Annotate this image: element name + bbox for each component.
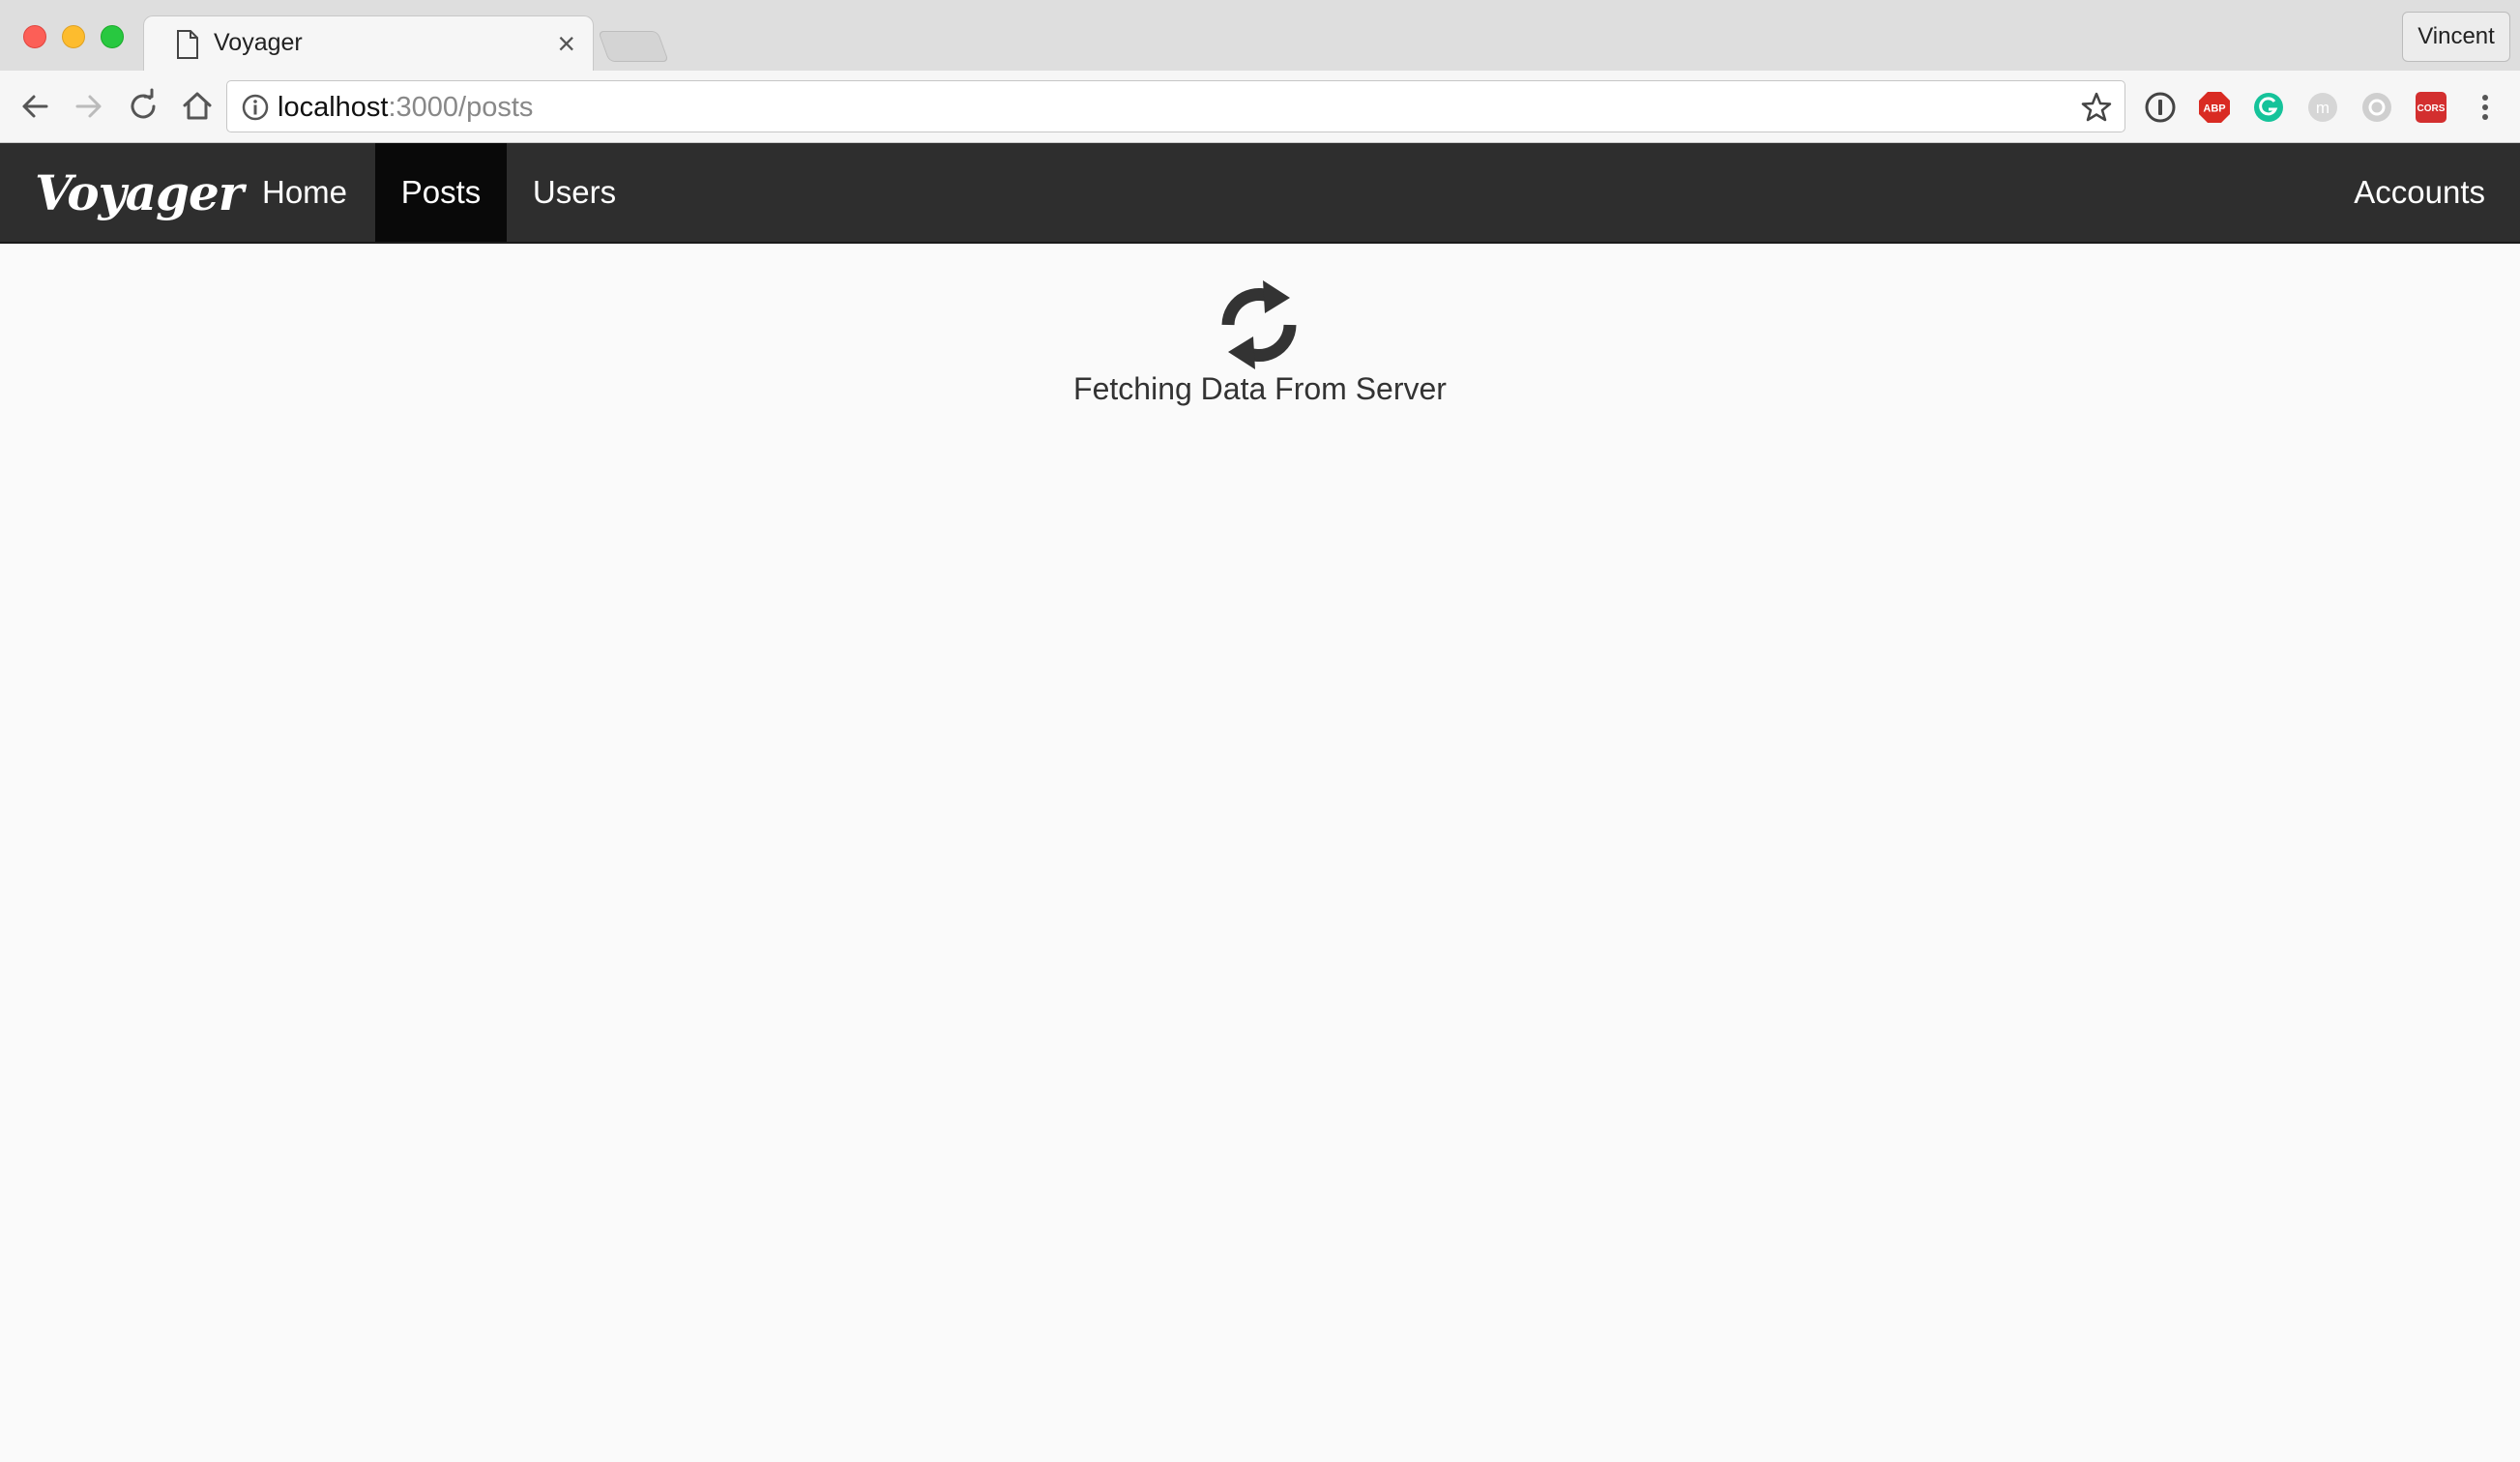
- grammarly-icon[interactable]: [2251, 90, 2286, 125]
- cors-icon[interactable]: CORS: [2414, 90, 2448, 125]
- nav-link-accounts[interactable]: Accounts: [2292, 143, 2485, 242]
- url-path: :3000/posts: [388, 92, 534, 123]
- browser-menu-icon[interactable]: [2468, 90, 2503, 125]
- document-icon: [177, 30, 198, 59]
- browser-toolbar: localhost:3000/posts ABP m CORS: [0, 71, 2520, 143]
- tab-title: Voyager: [214, 29, 303, 56]
- nav-link-home[interactable]: Home: [236, 143, 373, 242]
- adblock-plus-icon[interactable]: ABP: [2197, 90, 2232, 125]
- reload-icon[interactable]: [124, 87, 162, 126]
- brand-logo[interactable]: Voyager: [35, 164, 244, 221]
- browser-tab[interactable]: Voyager ×: [143, 15, 594, 72]
- close-window-button[interactable]: [23, 25, 46, 48]
- site-info-icon[interactable]: [241, 93, 270, 122]
- back-icon[interactable]: [15, 87, 54, 126]
- cors-label: CORS: [2417, 103, 2446, 114]
- loading-indicator: Fetching Data From Server: [0, 244, 2520, 437]
- app-navbar: Voyager Home Posts Users Accounts: [0, 143, 2520, 244]
- nav-link-posts[interactable]: Posts: [375, 143, 507, 242]
- a-extension-icon[interactable]: [2359, 90, 2394, 125]
- refresh-icon: [1221, 280, 1297, 369]
- 1password-icon[interactable]: [2143, 90, 2178, 125]
- url-host: localhost: [278, 92, 389, 123]
- loading-message: Fetching Data From Server: [1073, 371, 1447, 406]
- profile-button[interactable]: Vincent: [2402, 12, 2510, 62]
- address-bar[interactable]: localhost:3000/posts: [226, 80, 2125, 132]
- bookmark-star-icon[interactable]: [2080, 91, 2113, 124]
- home-icon[interactable]: [178, 87, 217, 126]
- new-tab-button[interactable]: [598, 31, 669, 62]
- forward-icon[interactable]: [70, 87, 108, 126]
- m-extension-icon[interactable]: m: [2305, 90, 2340, 125]
- tab-close-icon[interactable]: ×: [557, 26, 575, 61]
- nav-link-users[interactable]: Users: [507, 143, 642, 242]
- browser-titlebar: Voyager × Vincent: [0, 0, 2520, 72]
- minimize-window-button[interactable]: [62, 25, 85, 48]
- maximize-window-button[interactable]: [101, 25, 124, 48]
- svg-text:m: m: [2316, 99, 2330, 117]
- url-text: localhost:3000/posts: [278, 92, 533, 124]
- abp-label: ABP: [2203, 103, 2225, 115]
